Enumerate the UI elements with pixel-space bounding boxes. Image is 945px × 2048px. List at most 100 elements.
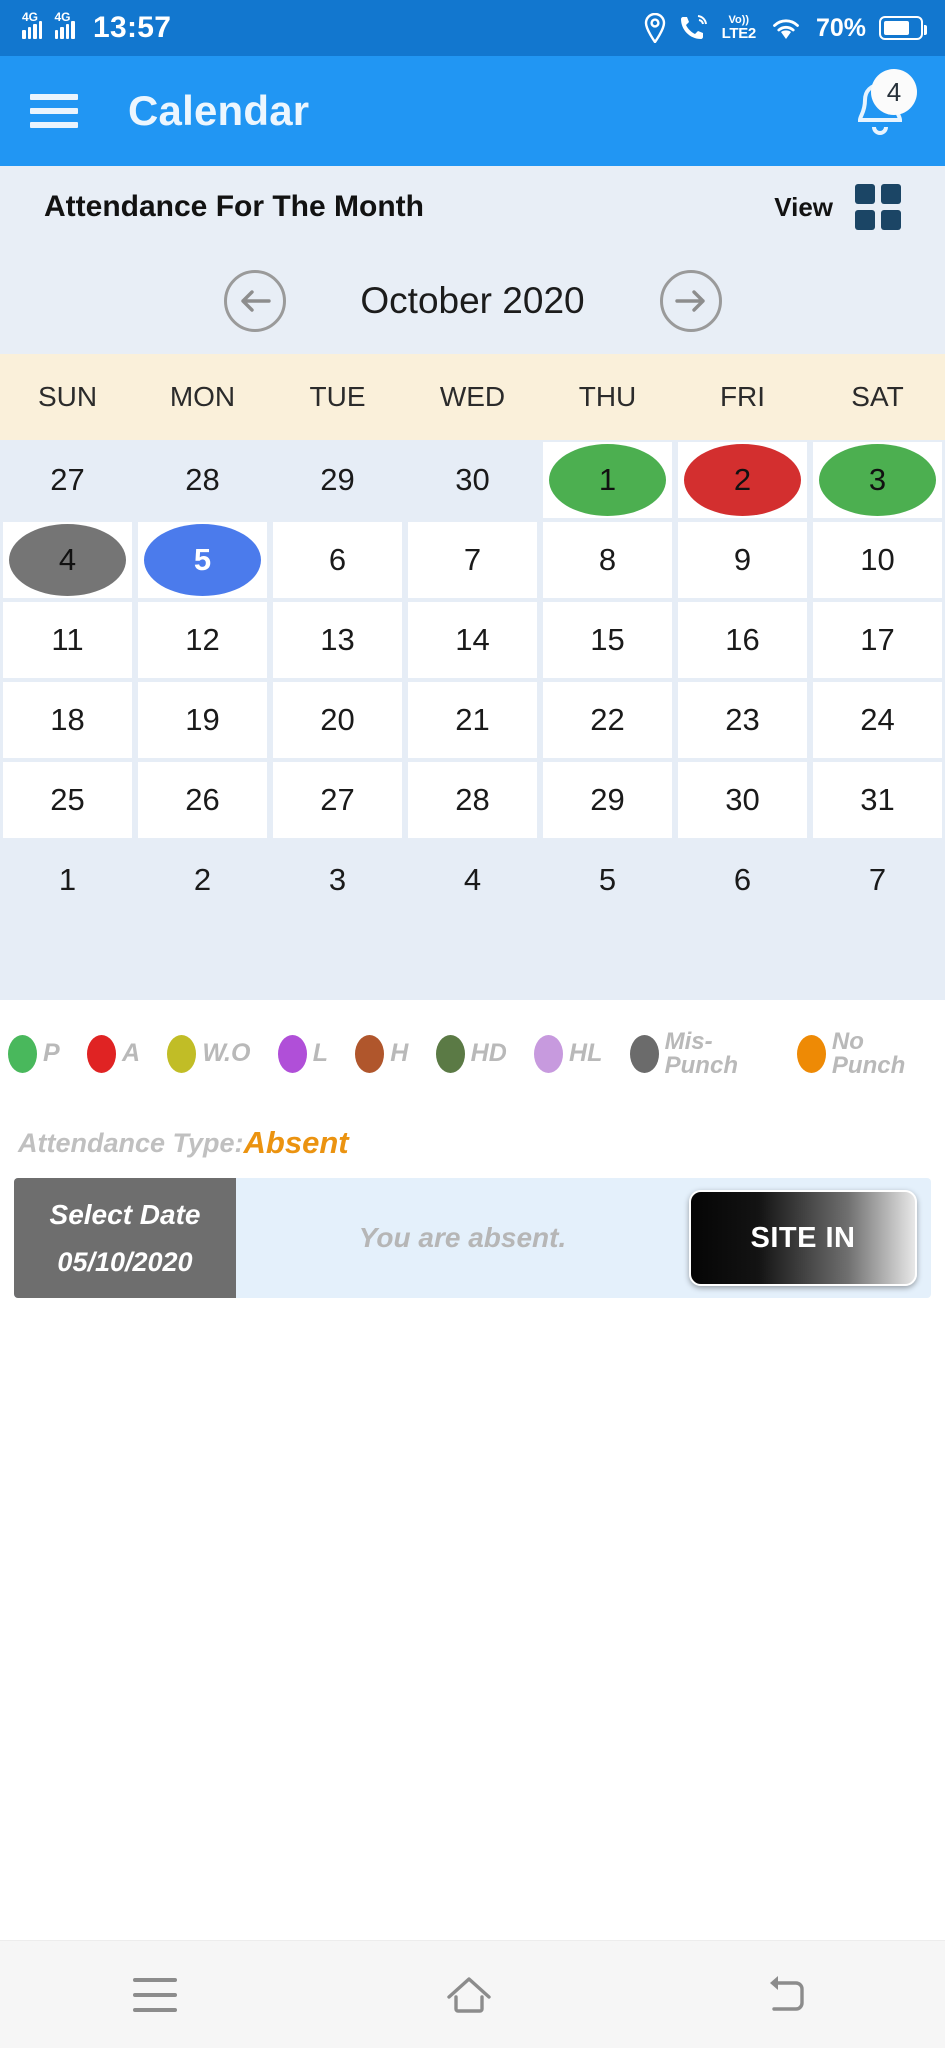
app-root: 4G 4G 13:57 Vo)) LTE2 70% Calendar 4 Att… (0, 0, 945, 2048)
day-number: 30 (725, 782, 760, 817)
calendar-day-cell[interactable]: 4 (408, 842, 537, 918)
selected-date-value: 05/10/2020 (57, 1246, 193, 1277)
calendar-day-cell[interactable]: 1 (3, 842, 132, 918)
calendar-day-cell[interactable]: 31 (813, 762, 942, 838)
calendar-day-cell[interactable]: 5 (543, 842, 672, 918)
signal-4g-icon-2: 4G (54, 11, 81, 39)
legend-item: L (277, 1035, 329, 1073)
notification-button[interactable]: 4 (845, 69, 917, 147)
signal-1-label: 4G (22, 10, 39, 24)
legend-color-dot (86, 1035, 116, 1073)
calendar-day-cell[interactable]: 12 (138, 602, 267, 678)
attendance-header-title: Attendance For The Month (44, 190, 424, 223)
hamburger-menu-icon[interactable] (30, 94, 78, 128)
legend-item: P (8, 1035, 60, 1073)
status-bar-right: Vo)) LTE2 70% (644, 13, 927, 43)
day-number: 10 (860, 542, 895, 577)
view-toggle-button[interactable]: View (774, 184, 901, 230)
calendar-day-cell[interactable]: 8 (543, 522, 672, 598)
day-number: 28 (455, 782, 490, 817)
day-number: 9 (733, 542, 752, 577)
calendar-day-cell[interactable]: 2 (678, 442, 807, 518)
day-number: 28 (185, 462, 220, 497)
calendar-day-cell[interactable]: 16 (678, 602, 807, 678)
current-month-label: October 2020 (360, 280, 585, 321)
volte-icon: Vo)) LTE2 (722, 15, 757, 42)
calendar-day-cell[interactable]: 23 (678, 682, 807, 758)
day-number: 21 (455, 702, 490, 737)
calendar-day-cell[interactable]: 25 (3, 762, 132, 838)
legend-label: No Punch (831, 1027, 906, 1079)
calendar-day-cell[interactable]: 28 (408, 762, 537, 838)
day-number: 13 (320, 622, 355, 657)
back-icon[interactable] (762, 1973, 812, 2017)
calendar-week-row: 27 28 29 30 1 2 3 (0, 440, 945, 520)
calendar-day-cell[interactable]: 20 (273, 682, 402, 758)
legend-label: L (312, 1039, 329, 1068)
calendar-day-cell[interactable]: 5 (138, 522, 267, 598)
calendar-day-cell[interactable]: 10 (813, 522, 942, 598)
select-date-button[interactable]: Select Date 05/10/2020 (14, 1178, 236, 1298)
calendar-day-cell[interactable]: 7 (813, 842, 942, 918)
calendar-day-cell[interactable]: 30 (678, 762, 807, 838)
calendar-day-cell[interactable]: 3 (273, 842, 402, 918)
calendar-day-cell[interactable]: 6 (678, 842, 807, 918)
calendar-day-cell[interactable]: 29 (543, 762, 672, 838)
recent-apps-icon[interactable] (133, 1977, 178, 2012)
calendar-day-cell[interactable]: 22 (543, 682, 672, 758)
arrow-right-icon (674, 290, 705, 312)
day-number: 1 (58, 862, 77, 897)
signal-2-label: 4G (54, 10, 71, 24)
legend-item: A (86, 1035, 140, 1073)
calendar-day-cell[interactable]: 6 (273, 522, 402, 598)
calendar-day-cell[interactable]: 19 (138, 682, 267, 758)
calendar-day-cell[interactable]: 24 (813, 682, 942, 758)
attendance-type-label: Attendance Type: (18, 1127, 244, 1158)
calendar-day-cell[interactable]: 7 (408, 522, 537, 598)
calendar-day-cell[interactable]: 11 (3, 602, 132, 678)
weekday-sat: SAT (851, 381, 904, 412)
calendar-day-cell[interactable]: 17 (813, 602, 942, 678)
day-number: 25 (50, 782, 85, 817)
legend-color-dot (277, 1035, 307, 1073)
day-number: 24 (860, 702, 895, 737)
calendar-day-cell[interactable]: 18 (3, 682, 132, 758)
calendar-day-cell[interactable]: 4 (3, 522, 132, 598)
calendar-day-cell[interactable]: 29 (273, 442, 402, 518)
calendar-day-cell[interactable]: 15 (543, 602, 672, 678)
calendar-day-cell[interactable]: 28 (138, 442, 267, 518)
calendar-day-cell[interactable]: 27 (273, 762, 402, 838)
calendar-day-cell[interactable]: 21 (408, 682, 537, 758)
calendar-day-cell[interactable]: 1 (543, 442, 672, 518)
view-label: View (774, 191, 833, 222)
day-number: 6 (733, 862, 752, 897)
site-in-button[interactable]: SITE IN (689, 1190, 917, 1286)
calendar-day-cell[interactable]: 9 (678, 522, 807, 598)
legend-label: H (390, 1039, 409, 1068)
legend-label: HD (470, 1039, 507, 1068)
calendar-day-cell[interactable]: 26 (138, 762, 267, 838)
day-number: 7 (868, 862, 887, 897)
legend-item: W.O (167, 1035, 250, 1073)
calendar-day-cell[interactable]: 14 (408, 602, 537, 678)
day-number: 30 (455, 462, 490, 497)
calendar-day-cell[interactable]: 27 (3, 442, 132, 518)
attendance-type-value: Absent (243, 1125, 349, 1160)
day-number: 4 (463, 862, 482, 897)
calendar-week-row: 4 5 6 7 8 9 10 (0, 520, 945, 600)
next-month-button[interactable] (659, 270, 722, 332)
calendar-day-cell[interactable]: 2 (138, 842, 267, 918)
legend-color-dot (796, 1035, 826, 1073)
calendar-day-cell[interactable]: 30 (408, 442, 537, 518)
day-number: 8 (598, 542, 617, 577)
weekday-mon: MON (169, 381, 236, 412)
prev-month-button[interactable] (223, 270, 286, 332)
legend-label: P (43, 1039, 60, 1068)
home-icon[interactable] (443, 1973, 495, 2017)
day-number: 16 (725, 622, 760, 657)
calendar-day-cell[interactable]: 3 (813, 442, 942, 518)
weekday-thu: THU (578, 381, 637, 412)
day-number: 12 (185, 622, 220, 657)
day-number: 26 (185, 782, 220, 817)
calendar-day-cell[interactable]: 13 (273, 602, 402, 678)
